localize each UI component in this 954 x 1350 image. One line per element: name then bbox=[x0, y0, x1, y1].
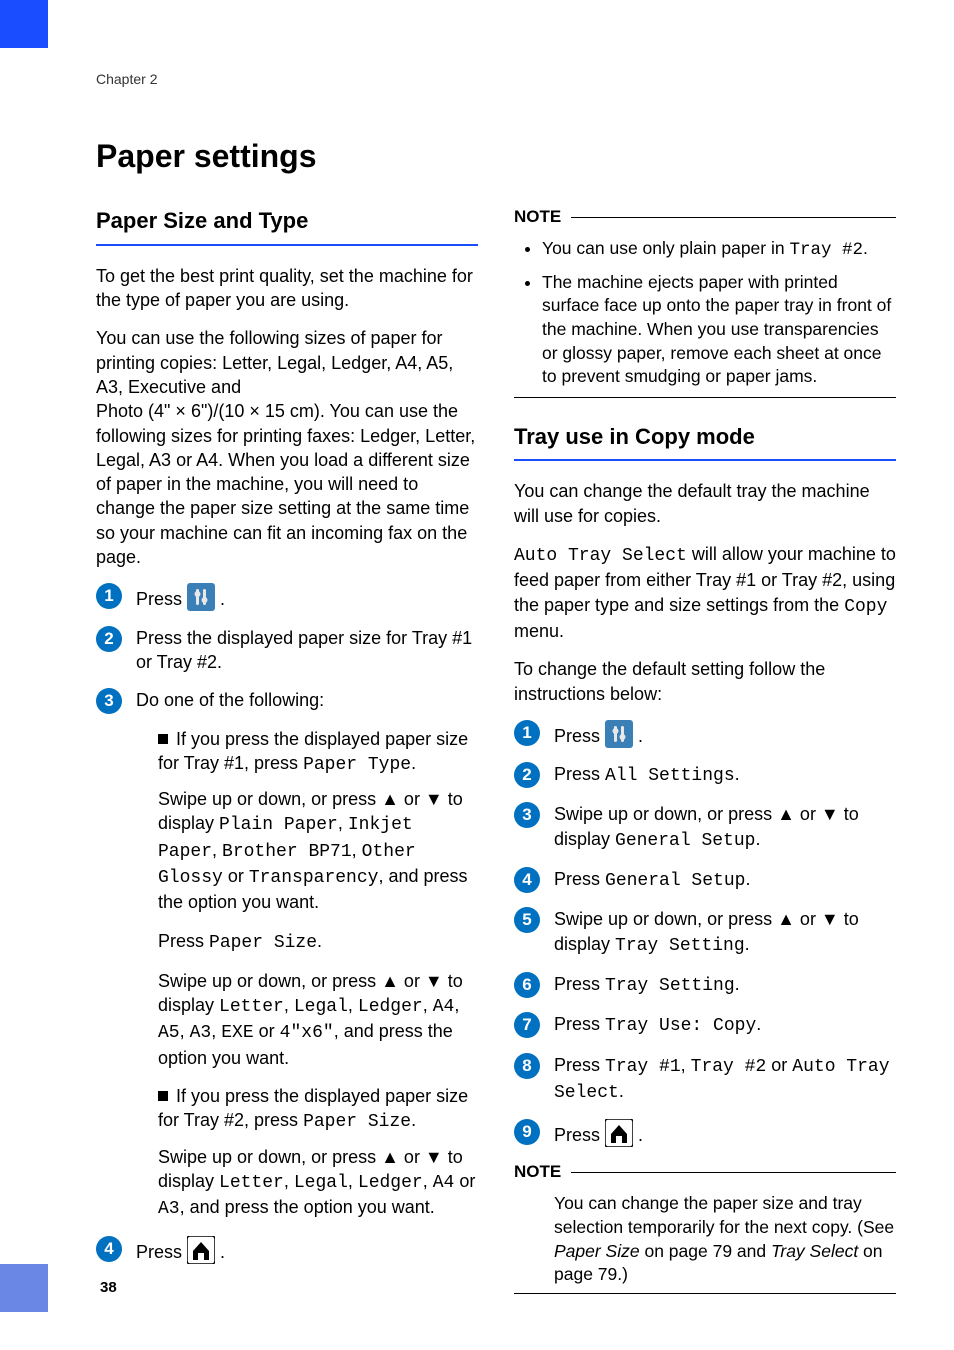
bullet-square-icon bbox=[158, 1091, 168, 1101]
right-heading: Tray use in Copy mode bbox=[514, 422, 896, 452]
left-column: Paper Size and Type To get the best prin… bbox=[96, 206, 478, 1318]
left-intro-2: You can use the following sizes of paper… bbox=[96, 326, 478, 569]
page-side-tab bbox=[0, 1264, 48, 1312]
page-title: Paper settings bbox=[96, 135, 896, 178]
page-content: Chapter 2 Paper settings Paper Size and … bbox=[96, 70, 896, 1318]
settings-icon bbox=[187, 583, 215, 611]
settings-icon bbox=[605, 720, 633, 748]
step-number-3: 3 bbox=[96, 688, 122, 714]
right-step-2: 2 Press All Settings. bbox=[514, 762, 896, 788]
note1-item1: You can use only plain paper in Tray #2. bbox=[542, 237, 896, 263]
right-step-8: 8 Press Tray #1, Tray #2 or Auto Tray Se… bbox=[514, 1053, 896, 1106]
step-number-7: 7 bbox=[514, 1012, 540, 1038]
right-step-1: 1 Press . bbox=[514, 720, 896, 748]
right-step-9: 9 Press . bbox=[514, 1119, 896, 1147]
step-number-2: 2 bbox=[514, 762, 540, 788]
two-columns: Paper Size and Type To get the best prin… bbox=[96, 206, 896, 1318]
note-1-header: NOTE bbox=[514, 206, 896, 229]
left-step3-bullet2: If you press the displayed paper size fo… bbox=[136, 1084, 478, 1221]
step-number-4: 4 bbox=[514, 867, 540, 893]
note-label: NOTE bbox=[514, 1161, 561, 1184]
right-step-6: 6 Press Tray Setting. bbox=[514, 972, 896, 998]
step-number-6: 6 bbox=[514, 972, 540, 998]
left-step-4: 4 Press . bbox=[96, 1236, 478, 1264]
note-2-header: NOTE bbox=[514, 1161, 896, 1184]
right-intro-1: You can change the default tray the mach… bbox=[514, 479, 896, 528]
note-2-end bbox=[514, 1293, 896, 1294]
right-step-5: 5 Swipe up or down, or press ▲ or ▼ to d… bbox=[514, 907, 896, 958]
left-step3-b1-press-size: Press Paper Size. bbox=[158, 929, 478, 955]
left-step-1: 1 Press . bbox=[96, 583, 478, 611]
home-icon bbox=[605, 1119, 633, 1147]
left-intro-1: To get the best print quality, set the m… bbox=[96, 264, 478, 313]
note-1-body: You can use only plain paper in Tray #2.… bbox=[514, 237, 896, 389]
left-step-3: 3 Do one of the following: If you press … bbox=[96, 688, 478, 1221]
left-heading: Paper Size and Type bbox=[96, 206, 478, 236]
right-column: NOTE You can use only plain paper in Tra… bbox=[514, 206, 896, 1318]
step-number-9: 9 bbox=[514, 1119, 540, 1145]
right-step-3: 3 Swipe up or down, or press ▲ or ▼ to d… bbox=[514, 802, 896, 853]
bullet-square-icon bbox=[158, 734, 168, 744]
page-tab bbox=[0, 0, 48, 48]
step-number-5: 5 bbox=[514, 907, 540, 933]
left-step3-bullet1: If you press the displayed paper size fo… bbox=[136, 727, 478, 1071]
note-rule bbox=[571, 1172, 896, 1173]
left-step3-b1-sizes: Swipe up or down, or press ▲ or ▼ to dis… bbox=[158, 969, 478, 1070]
chapter-label: Chapter 2 bbox=[96, 70, 896, 89]
right-step-7: 7 Press Tray Use: Copy. bbox=[514, 1012, 896, 1038]
note-1-end bbox=[514, 397, 896, 398]
left-step3-b1-swipe: Swipe up or down, or press ▲ or ▼ to dis… bbox=[158, 787, 478, 914]
right-intro-2: Auto Tray Select will allow your machine… bbox=[514, 542, 896, 643]
page-number: 38 bbox=[100, 1278, 117, 1298]
step-number-4: 4 bbox=[96, 1236, 122, 1262]
step-number-1: 1 bbox=[96, 583, 122, 609]
right-step-4: 4 Press General Setup. bbox=[514, 867, 896, 893]
note-2-body: You can change the paper size and tray s… bbox=[514, 1192, 896, 1287]
left-steps: 1 Press . 2 Press the displayed paper si… bbox=[96, 583, 478, 1264]
left-step-2: 2 Press the displayed paper size for Tra… bbox=[96, 626, 478, 675]
left-step3-b2-sizes: Swipe up or down, or press ▲ or ▼ to dis… bbox=[158, 1145, 478, 1222]
right-steps: 1 Press . 2 Press All Settings. bbox=[514, 720, 896, 1148]
step-number-1: 1 bbox=[514, 720, 540, 746]
heading-rule bbox=[514, 459, 896, 461]
step-number-3: 3 bbox=[514, 802, 540, 828]
home-icon bbox=[187, 1236, 215, 1264]
step-number-8: 8 bbox=[514, 1053, 540, 1079]
step-number-2: 2 bbox=[96, 626, 122, 652]
note-rule bbox=[571, 217, 896, 218]
right-intro-3: To change the default setting follow the… bbox=[514, 657, 896, 706]
note1-item2: The machine ejects paper with printed su… bbox=[542, 271, 896, 389]
note-label: NOTE bbox=[514, 206, 561, 229]
heading-rule bbox=[96, 244, 478, 246]
